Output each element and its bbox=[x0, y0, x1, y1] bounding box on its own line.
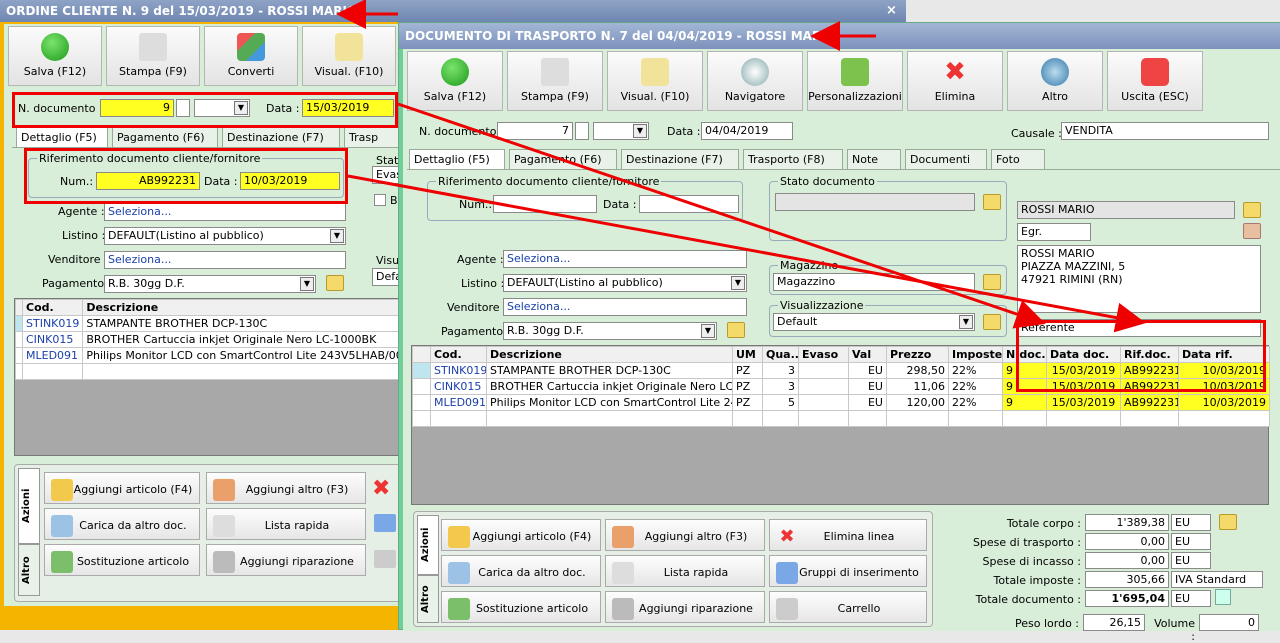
annotation-arrows bbox=[336, 0, 1146, 333]
arrow-ndoc bbox=[397, 102, 1046, 329]
arrow-rif bbox=[347, 174, 1146, 333]
